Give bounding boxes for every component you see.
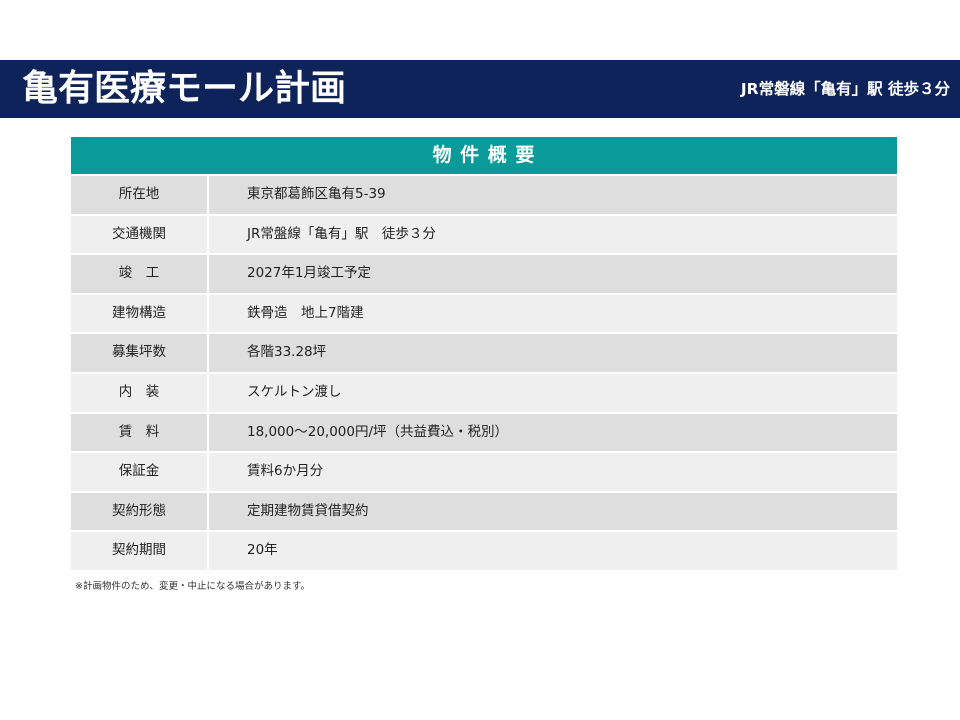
row-value: スケルトン渡し — [247, 383, 342, 400]
row-value: 賃料6か月分 — [247, 463, 324, 480]
table-row: 交通機関 JR常盤線「亀有」駅 徒歩３分 — [71, 215, 897, 256]
table-row: 契約形態 定期建物賃貸借契約 — [71, 492, 897, 533]
row-label: 保証金 — [71, 453, 209, 491]
row-value: 2027年1月竣工予定 — [247, 265, 371, 282]
table-row: 内 装 スケルトン渡し — [71, 373, 897, 414]
property-summary-table: 物 件 概 要 所在地 東京都葛飾区亀有5-39 交通機関 JR常盤線「亀有」駅… — [71, 137, 897, 572]
table-row: 所在地 東京都葛飾区亀有5-39 — [71, 176, 897, 216]
row-value: 各階33.28坪 — [247, 344, 327, 361]
row-value: 東京都葛飾区亀有5-39 — [247, 186, 386, 202]
row-value: 18,000～20,000円/坪（共益費込・税別） — [247, 423, 509, 440]
row-value: 20年 — [247, 542, 278, 559]
row-value: 鉄骨造 地上7階建 — [247, 304, 364, 321]
row-label: 契約形態 — [71, 492, 209, 531]
page-title: 亀有医療モール計画 — [22, 68, 347, 109]
table-row: 募集坪数 各階33.28坪 — [71, 334, 897, 374]
row-label: 賃 料 — [71, 413, 209, 452]
row-label: 交通機関 — [71, 215, 209, 254]
row-label: 所在地 — [71, 176, 209, 214]
table-row: 竣 工 2027年1月竣工予定 — [71, 255, 897, 295]
row-label: 契約期間 — [71, 532, 209, 570]
row-label: 竣 工 — [71, 255, 209, 293]
access-info: JR常磐線「亀有」駅 徒歩３分 — [740, 80, 950, 98]
table-row: 保証金 賃料6か月分 — [71, 453, 897, 493]
row-label: 建物構造 — [71, 294, 209, 333]
row-label: 募集坪数 — [71, 334, 209, 372]
table-row: 賃 料 18,000～20,000円/坪（共益費込・税別） — [71, 413, 897, 454]
row-value: 定期建物賃貸借契約 — [247, 502, 369, 519]
table-row: 建物構造 鉄骨造 地上7階建 — [71, 294, 897, 335]
footnote: ※計画物件のため、変更・中止になる場合があります。 — [75, 581, 311, 592]
table-row: 契約期間 20年 — [71, 532, 897, 572]
row-label: 内 装 — [71, 373, 209, 412]
table-heading: 物 件 概 要 — [71, 137, 897, 176]
header-bar: 亀有医療モール計画 JR常磐線「亀有」駅 徒歩３分 — [0, 60, 960, 118]
row-value: JR常盤線「亀有」駅 徒歩３分 — [247, 225, 436, 242]
